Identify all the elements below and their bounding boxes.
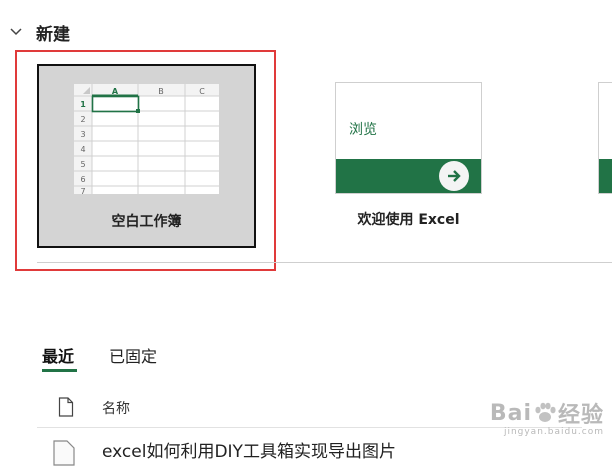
welcome-excel-tile[interactable]: 浏览 bbox=[335, 82, 482, 194]
thumb-row-7: 7 bbox=[80, 187, 85, 194]
thumb-row-2: 2 bbox=[80, 115, 85, 124]
file-icon bbox=[58, 397, 74, 417]
thumb-row-4: 4 bbox=[80, 145, 85, 154]
section-divider bbox=[37, 262, 612, 263]
thumb-row-1: 1 bbox=[80, 100, 86, 109]
recent-file-name: excel如何利用DIY工具箱实现导出图片 bbox=[102, 442, 396, 462]
watermark-main-right: 经验 bbox=[557, 403, 604, 428]
blank-workbook-label: 空白工作簿 bbox=[111, 214, 182, 230]
thumb-col-c: C bbox=[199, 87, 205, 96]
baidu-watermark: Bai 经验 jingyan.baidu.com bbox=[489, 397, 604, 438]
template-tile-band bbox=[599, 159, 612, 193]
thumb-row-5: 5 bbox=[80, 160, 85, 169]
watermark-main-left: Bai bbox=[489, 400, 532, 426]
name-column-header[interactable]: 名称 bbox=[102, 398, 130, 418]
tab-recent[interactable]: 最近 bbox=[42, 343, 74, 367]
paw-logo-icon bbox=[535, 402, 556, 422]
chevron-down-icon[interactable] bbox=[8, 24, 24, 40]
thumb-row-6: 6 bbox=[80, 175, 85, 184]
blank-workbook-tile[interactable]: A B C 1 2 3 4 5 6 7 空白工作簿 bbox=[37, 64, 256, 248]
new-section-title: 新建 bbox=[36, 24, 70, 45]
watermark-sub: jingyan.baidu.com bbox=[503, 427, 604, 437]
blank-workbook-thumbnail: A B C 1 2 3 4 5 6 7 bbox=[74, 84, 219, 194]
tab-recent-underline bbox=[42, 369, 77, 372]
template-tile-partial[interactable] bbox=[598, 82, 612, 194]
thumb-row-3: 3 bbox=[80, 130, 85, 139]
arrow-right-icon bbox=[439, 161, 469, 191]
recent-file-row[interactable]: excel如何利用DIY工具箱实现导出图片 bbox=[37, 436, 597, 466]
thumb-col-b: B bbox=[158, 87, 164, 96]
thumb-col-a: A bbox=[112, 87, 119, 96]
welcome-tile-band bbox=[336, 159, 481, 193]
browse-text: 浏览 bbox=[349, 122, 377, 138]
welcome-excel-label[interactable]: 欢迎使用 Excel bbox=[335, 209, 482, 229]
tab-pinned[interactable]: 已固定 bbox=[109, 343, 157, 367]
new-section-header[interactable]: 新建 bbox=[8, 18, 70, 46]
excel-file-icon bbox=[53, 440, 75, 466]
